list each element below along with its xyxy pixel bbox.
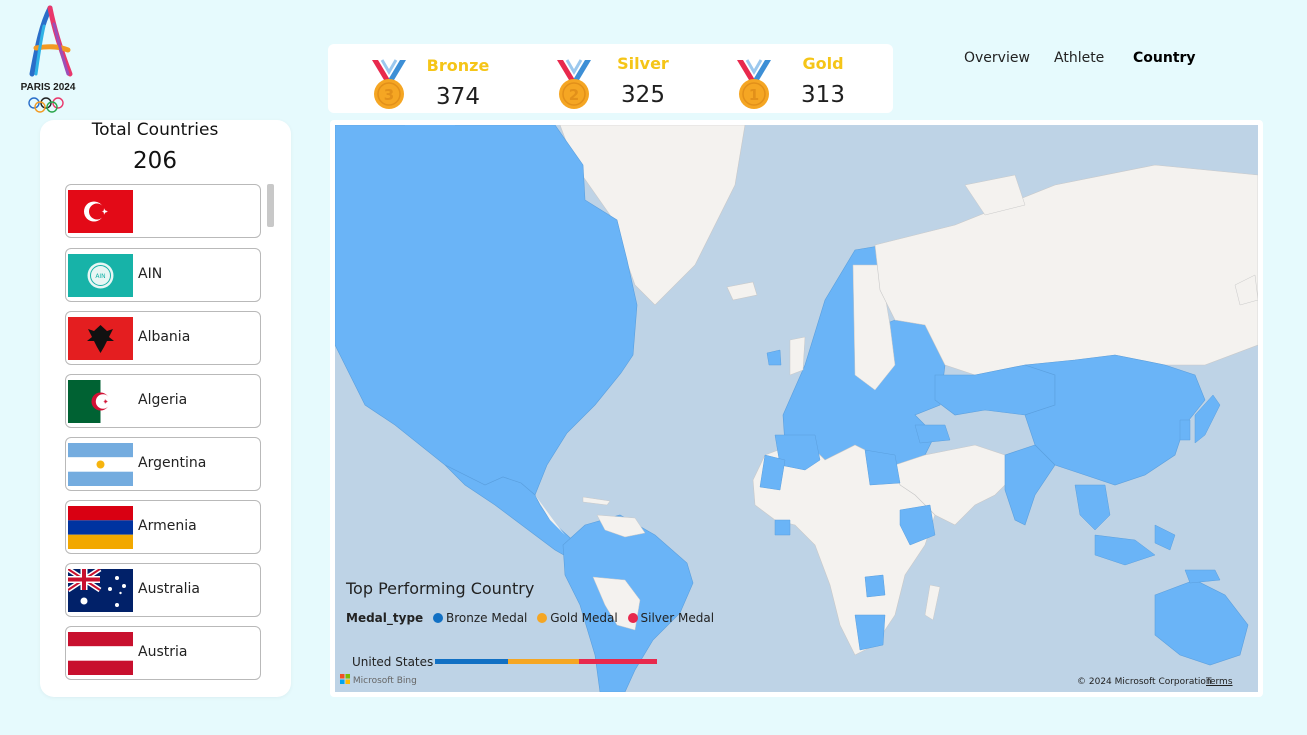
country-card[interactable]: Australia <box>65 563 261 617</box>
silver-count: 325 <box>621 82 665 108</box>
map-terms-link[interactable]: Terms <box>1206 677 1233 687</box>
armenia-flag-icon <box>68 506 133 549</box>
country-name: Australia <box>138 581 200 597</box>
country-name: Armenia <box>138 518 197 534</box>
country-name: Algeria <box>138 392 188 408</box>
legend-title: Medal_type <box>346 611 424 625</box>
total-countries-label: Total Countries <box>91 120 219 140</box>
bronze-label: Bronze <box>426 56 490 75</box>
gold-dot-icon <box>537 613 548 623</box>
medal-stacked-bar[interactable] <box>435 659 657 664</box>
country-card[interactable]: Armenia <box>65 500 261 554</box>
bar-segment-bronze[interactable] <box>435 659 508 664</box>
gold-medal-icon: 1 <box>737 59 771 109</box>
world-map-graphic <box>335 125 1258 692</box>
silver-label: Silver <box>617 54 669 73</box>
map-card: Top Performing Country Medal_type Bronze… <box>330 120 1263 697</box>
country-list[interactable]: AIN AIN Albania Algeria Argentina Armeni… <box>65 184 263 684</box>
country-name: Austria <box>138 644 188 660</box>
country-card[interactable]: AIN AIN <box>65 248 261 302</box>
legend-item-gold[interactable]: Gold Medal <box>537 611 618 625</box>
australia-flag-icon <box>68 569 133 612</box>
country-card[interactable]: Argentina <box>65 437 261 491</box>
country-name: Argentina <box>138 455 207 471</box>
country-name: Albania <box>138 329 191 345</box>
logo-text: PARIS 2024 <box>20 82 76 93</box>
gold-label: Gold <box>802 54 844 73</box>
olympic-rings-icon <box>28 97 64 113</box>
austria-flag-icon <box>68 632 133 675</box>
bronze-medal-icon: 3 <box>372 59 406 109</box>
microsoft-logo-icon <box>340 674 350 684</box>
map-legend: Medal_type Bronze Medal Gold Medal Silve… <box>346 611 720 625</box>
gold-count: 313 <box>801 82 845 108</box>
country-name: AIN <box>138 266 163 282</box>
argentina-flag-icon <box>68 443 133 486</box>
svg-text:2: 2 <box>569 86 579 104</box>
country-card[interactable]: Algeria <box>65 374 261 428</box>
country-card[interactable] <box>65 184 261 238</box>
paris-2024-emblem-icon <box>29 5 73 77</box>
svg-text:1: 1 <box>749 86 759 104</box>
paris-2024-logo: PARIS 2024 <box>18 4 78 116</box>
country-panel: Total Countries 206 AIN AIN Albania Alge… <box>40 120 291 697</box>
country-card[interactable]: Albania <box>65 311 261 365</box>
bing-attribution: Microsoft Bing <box>340 674 417 686</box>
ain-flag-icon: AIN <box>68 254 133 297</box>
bar-segment-gold[interactable] <box>508 659 579 664</box>
legend-item-bronze[interactable]: Bronze Medal <box>433 611 527 625</box>
country-card[interactable]: Austria <box>65 626 261 680</box>
country-list-scrollbar[interactable] <box>267 184 274 227</box>
algeria-flag-icon <box>68 380 133 423</box>
turkey-flag-icon <box>68 190 133 233</box>
nav-country[interactable]: Country <box>1133 50 1196 66</box>
nav-athlete[interactable]: Athlete <box>1054 50 1104 66</box>
nav-overview[interactable]: Overview <box>964 50 1030 66</box>
country-bar-label: United States <box>352 655 434 669</box>
albania-flag-icon <box>68 317 133 360</box>
bronze-dot-icon <box>433 613 443 623</box>
svg-text:3: 3 <box>384 86 394 104</box>
world-map[interactable]: Top Performing Country Medal_type Bronze… <box>335 125 1258 692</box>
map-title: Top Performing Country <box>346 579 535 598</box>
bronze-count: 374 <box>436 84 480 110</box>
map-copyright: © 2024 Microsoft Corporation <box>1077 677 1212 687</box>
silver-dot-icon <box>627 613 638 623</box>
legend-item-silver[interactable]: Silver Medal <box>627 611 714 625</box>
bar-segment-silver[interactable] <box>579 659 657 664</box>
svg-text:AIN: AIN <box>95 273 105 280</box>
silver-medal-icon: 2 <box>557 59 591 109</box>
total-countries-value: 206 <box>133 148 177 174</box>
medal-summary-bar: 3 Bronze 374 2 Silver 325 1 Gold 313 <box>328 44 893 113</box>
